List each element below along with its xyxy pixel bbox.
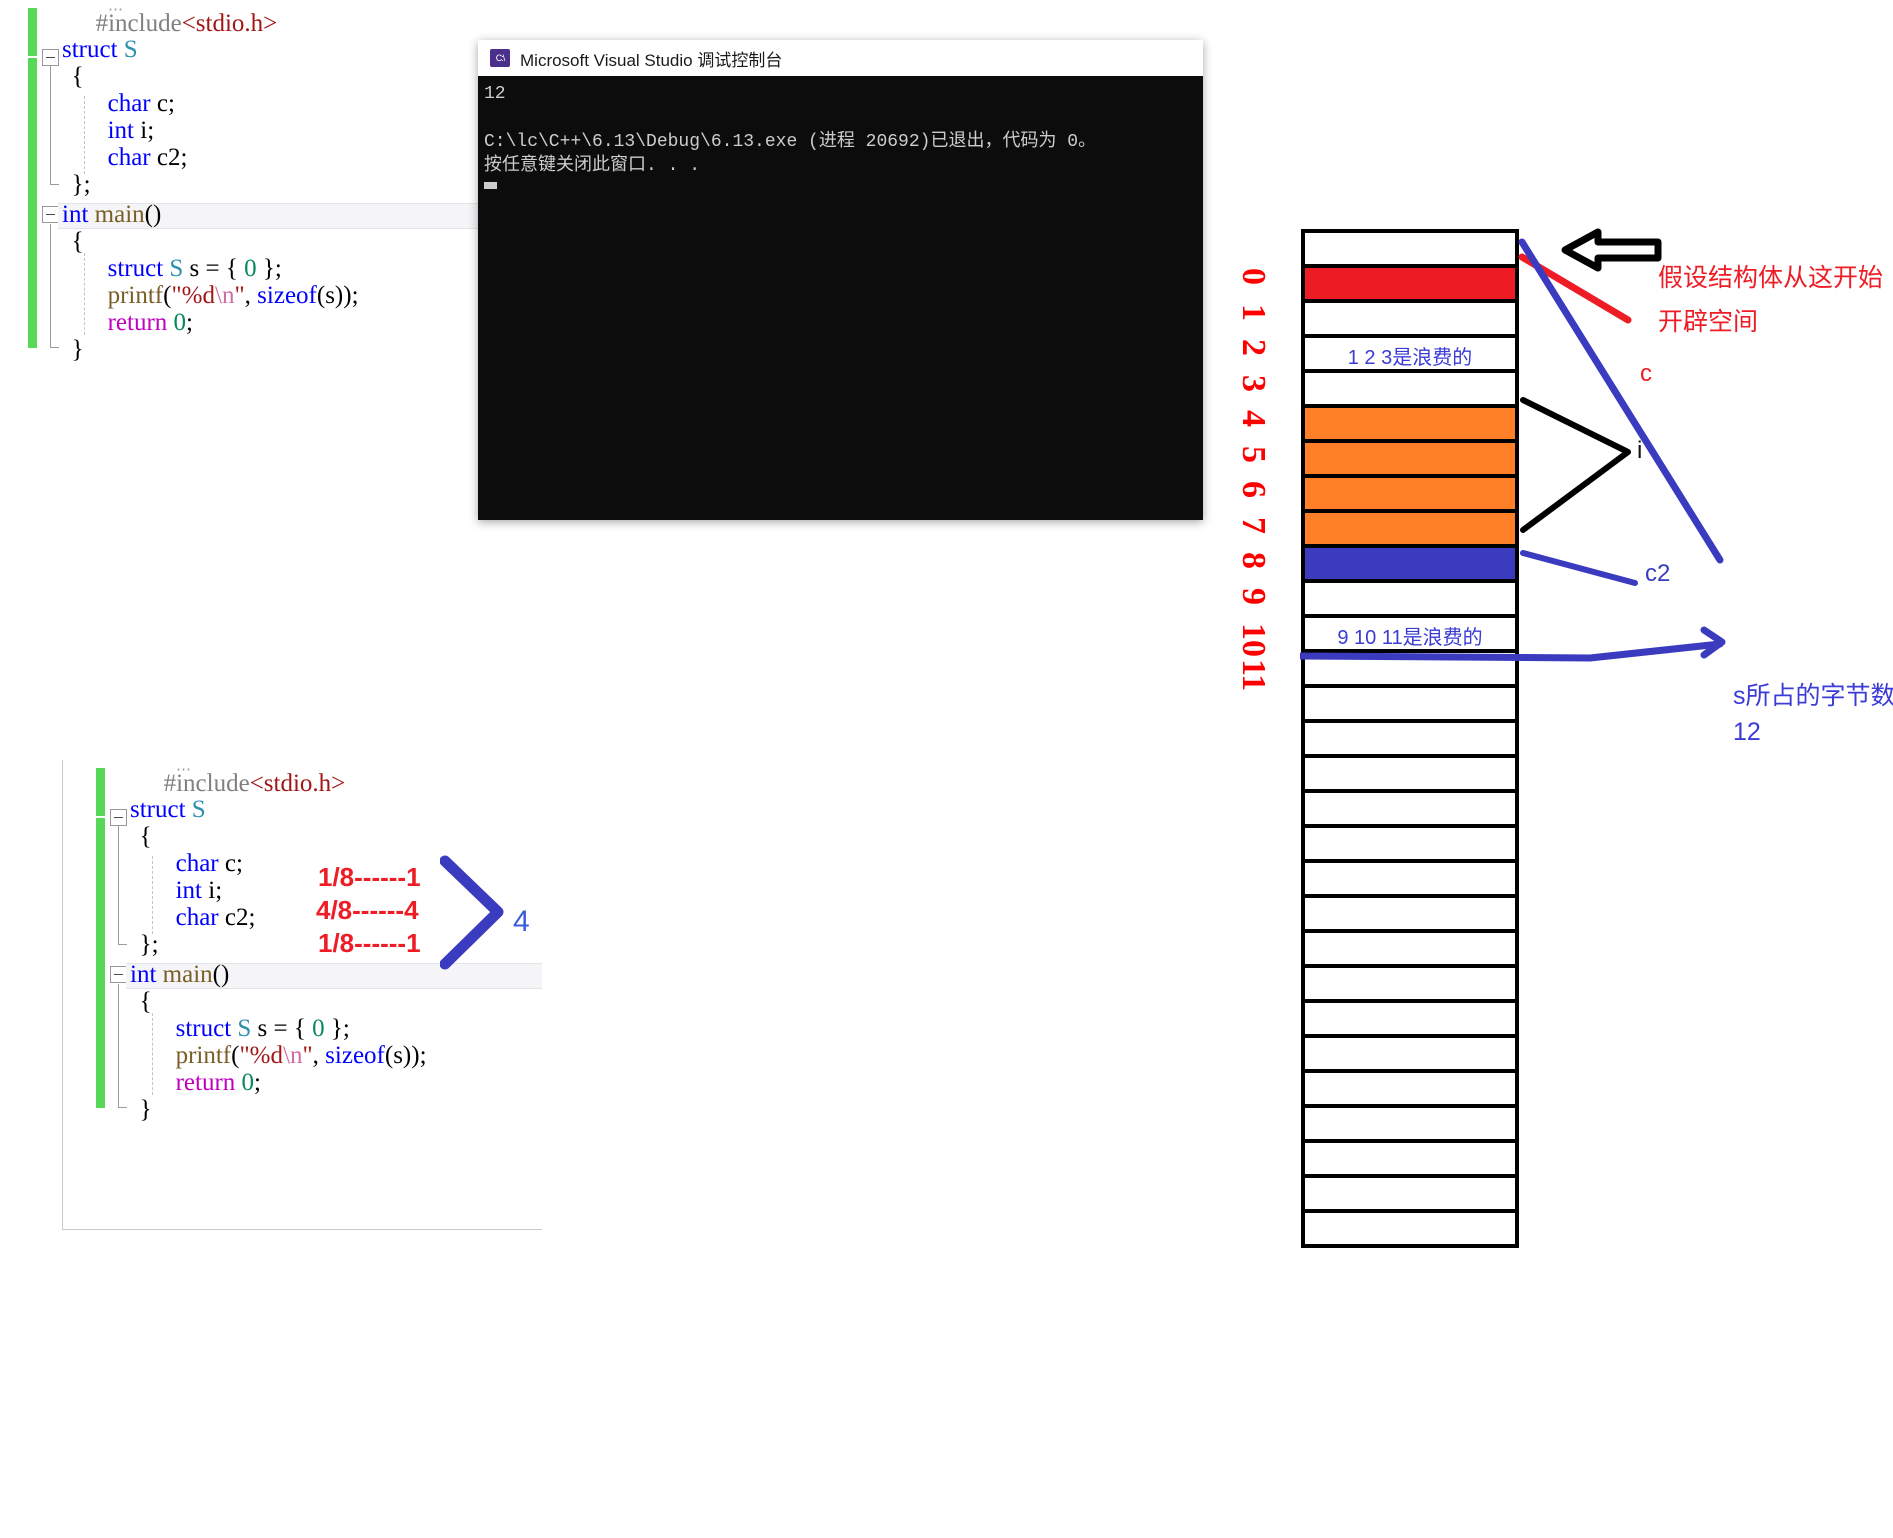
annotation-member-c: c — [1640, 360, 1652, 387]
code-line-l6: char c2; — [175, 904, 256, 931]
console-output: 12 C:\lc\C++\6.13\Debug\6.13.exe (进程 206… — [478, 76, 1203, 178]
memory-cell-extra-3 — [1301, 789, 1519, 828]
collapse-toggle-main[interactable] — [110, 966, 127, 983]
annotation-int-i-size: 4/8------4 — [316, 895, 419, 925]
indent-guide-hook — [118, 826, 127, 945]
change-bar — [28, 8, 37, 56]
console-line-3: 按任意键关闭此窗口. . . — [484, 156, 701, 176]
code-line-l3: { — [139, 823, 152, 850]
code-line-l13: } — [71, 336, 84, 363]
indent-guide-hook — [50, 66, 59, 185]
debug-console-window[interactable]: C:\ Microsoft Visual Studio 调试控制台 12 C:\… — [478, 40, 1203, 520]
console-line-1 — [478, 106, 1203, 130]
annotation-member-i: i — [1637, 437, 1643, 464]
change-bar — [96, 768, 105, 816]
collapse-toggle-struct[interactable] — [42, 49, 59, 66]
annotation-total-bytes-label: s所占的字节数 — [1733, 682, 1893, 710]
code-line-l6: char c2; — [107, 144, 188, 171]
annotation-char-c-size: 1/8------1 — [318, 862, 421, 892]
indent-guide-dashed — [84, 253, 85, 335]
collapse-toggle-main[interactable] — [42, 206, 59, 223]
console-cursor — [484, 182, 497, 189]
annotation-struct-start-line2: 开辟空间 — [1658, 308, 1759, 336]
memory-cell-extra-8 — [1301, 964, 1519, 1003]
memory-cell-extra-9 — [1301, 999, 1519, 1038]
indent-guide-dashed — [84, 96, 85, 174]
memory-cell-extra-10 — [1301, 1034, 1519, 1073]
console-line-0: 12 — [484, 84, 506, 104]
annotation-alignment-value: 4 — [513, 905, 530, 938]
console-app-icon: C:\ — [490, 49, 510, 67]
annotation-total-bytes-value: 12 — [1733, 718, 1761, 746]
code-line-l9: { — [71, 228, 84, 255]
code-line-l12: return 0; — [175, 1069, 261, 1096]
indent-guide-hook — [50, 224, 59, 348]
memory-cell-extra-13 — [1301, 1139, 1519, 1178]
code-line-l9: { — [139, 988, 152, 1015]
blue-brace-bracket — [440, 855, 504, 970]
annotation-struct-start-line1: 假设结构体从这开始 — [1658, 264, 1884, 292]
annotation-char-c2-size: 1/8------1 — [318, 928, 421, 958]
code-line-l3: { — [71, 63, 84, 90]
change-bar — [96, 818, 105, 1108]
console-titlebar[interactable]: C:\ Microsoft Visual Studio 调试控制台 — [478, 40, 1203, 76]
code-line-l7: }; — [139, 931, 159, 958]
code-editor-bottom[interactable]: ⋯ #include<stdio.h> struct S{char c; int i… — [62, 760, 542, 1230]
console-line-2: C:\lc\C++\6.13\Debug\6.13.exe (进程 20692)… — [484, 132, 1097, 152]
panel-bottom-edge — [62, 1229, 542, 1230]
indent-guide-dashed — [152, 1013, 153, 1095]
indent-guide-dashed — [152, 856, 153, 934]
console-title: Microsoft Visual Studio 调试控制台 — [520, 50, 783, 70]
memory-cell-extra-15 — [1301, 1209, 1519, 1248]
code-line-l7: }; — [71, 171, 91, 198]
change-bar — [28, 58, 37, 348]
code-line-l12: return 0; — [107, 309, 193, 336]
code-editor-top[interactable]: ⋯ #include<stdio.h> struct S{char c; int i… — [0, 0, 520, 440]
memory-cell-extra-6 — [1301, 894, 1519, 933]
collapse-toggle-struct[interactable] — [110, 809, 127, 826]
big-left-arrow-icon — [1561, 228, 1662, 272]
memory-cell-extra-2 — [1301, 754, 1519, 793]
indent-guide-hook — [118, 984, 127, 1108]
annotation-member-c2: c2 — [1645, 560, 1671, 587]
code-line-l13: } — [139, 1096, 152, 1123]
memory-cell-extra-5 — [1301, 859, 1519, 898]
memory-cell-extra-12 — [1301, 1104, 1519, 1143]
panel-left-edge — [62, 760, 63, 1230]
memory-cell-extra-11 — [1301, 1069, 1519, 1108]
memory-cell-extra-7 — [1301, 929, 1519, 968]
memory-cell-extra-4 — [1301, 824, 1519, 863]
memory-cell-extra-14 — [1301, 1174, 1519, 1213]
